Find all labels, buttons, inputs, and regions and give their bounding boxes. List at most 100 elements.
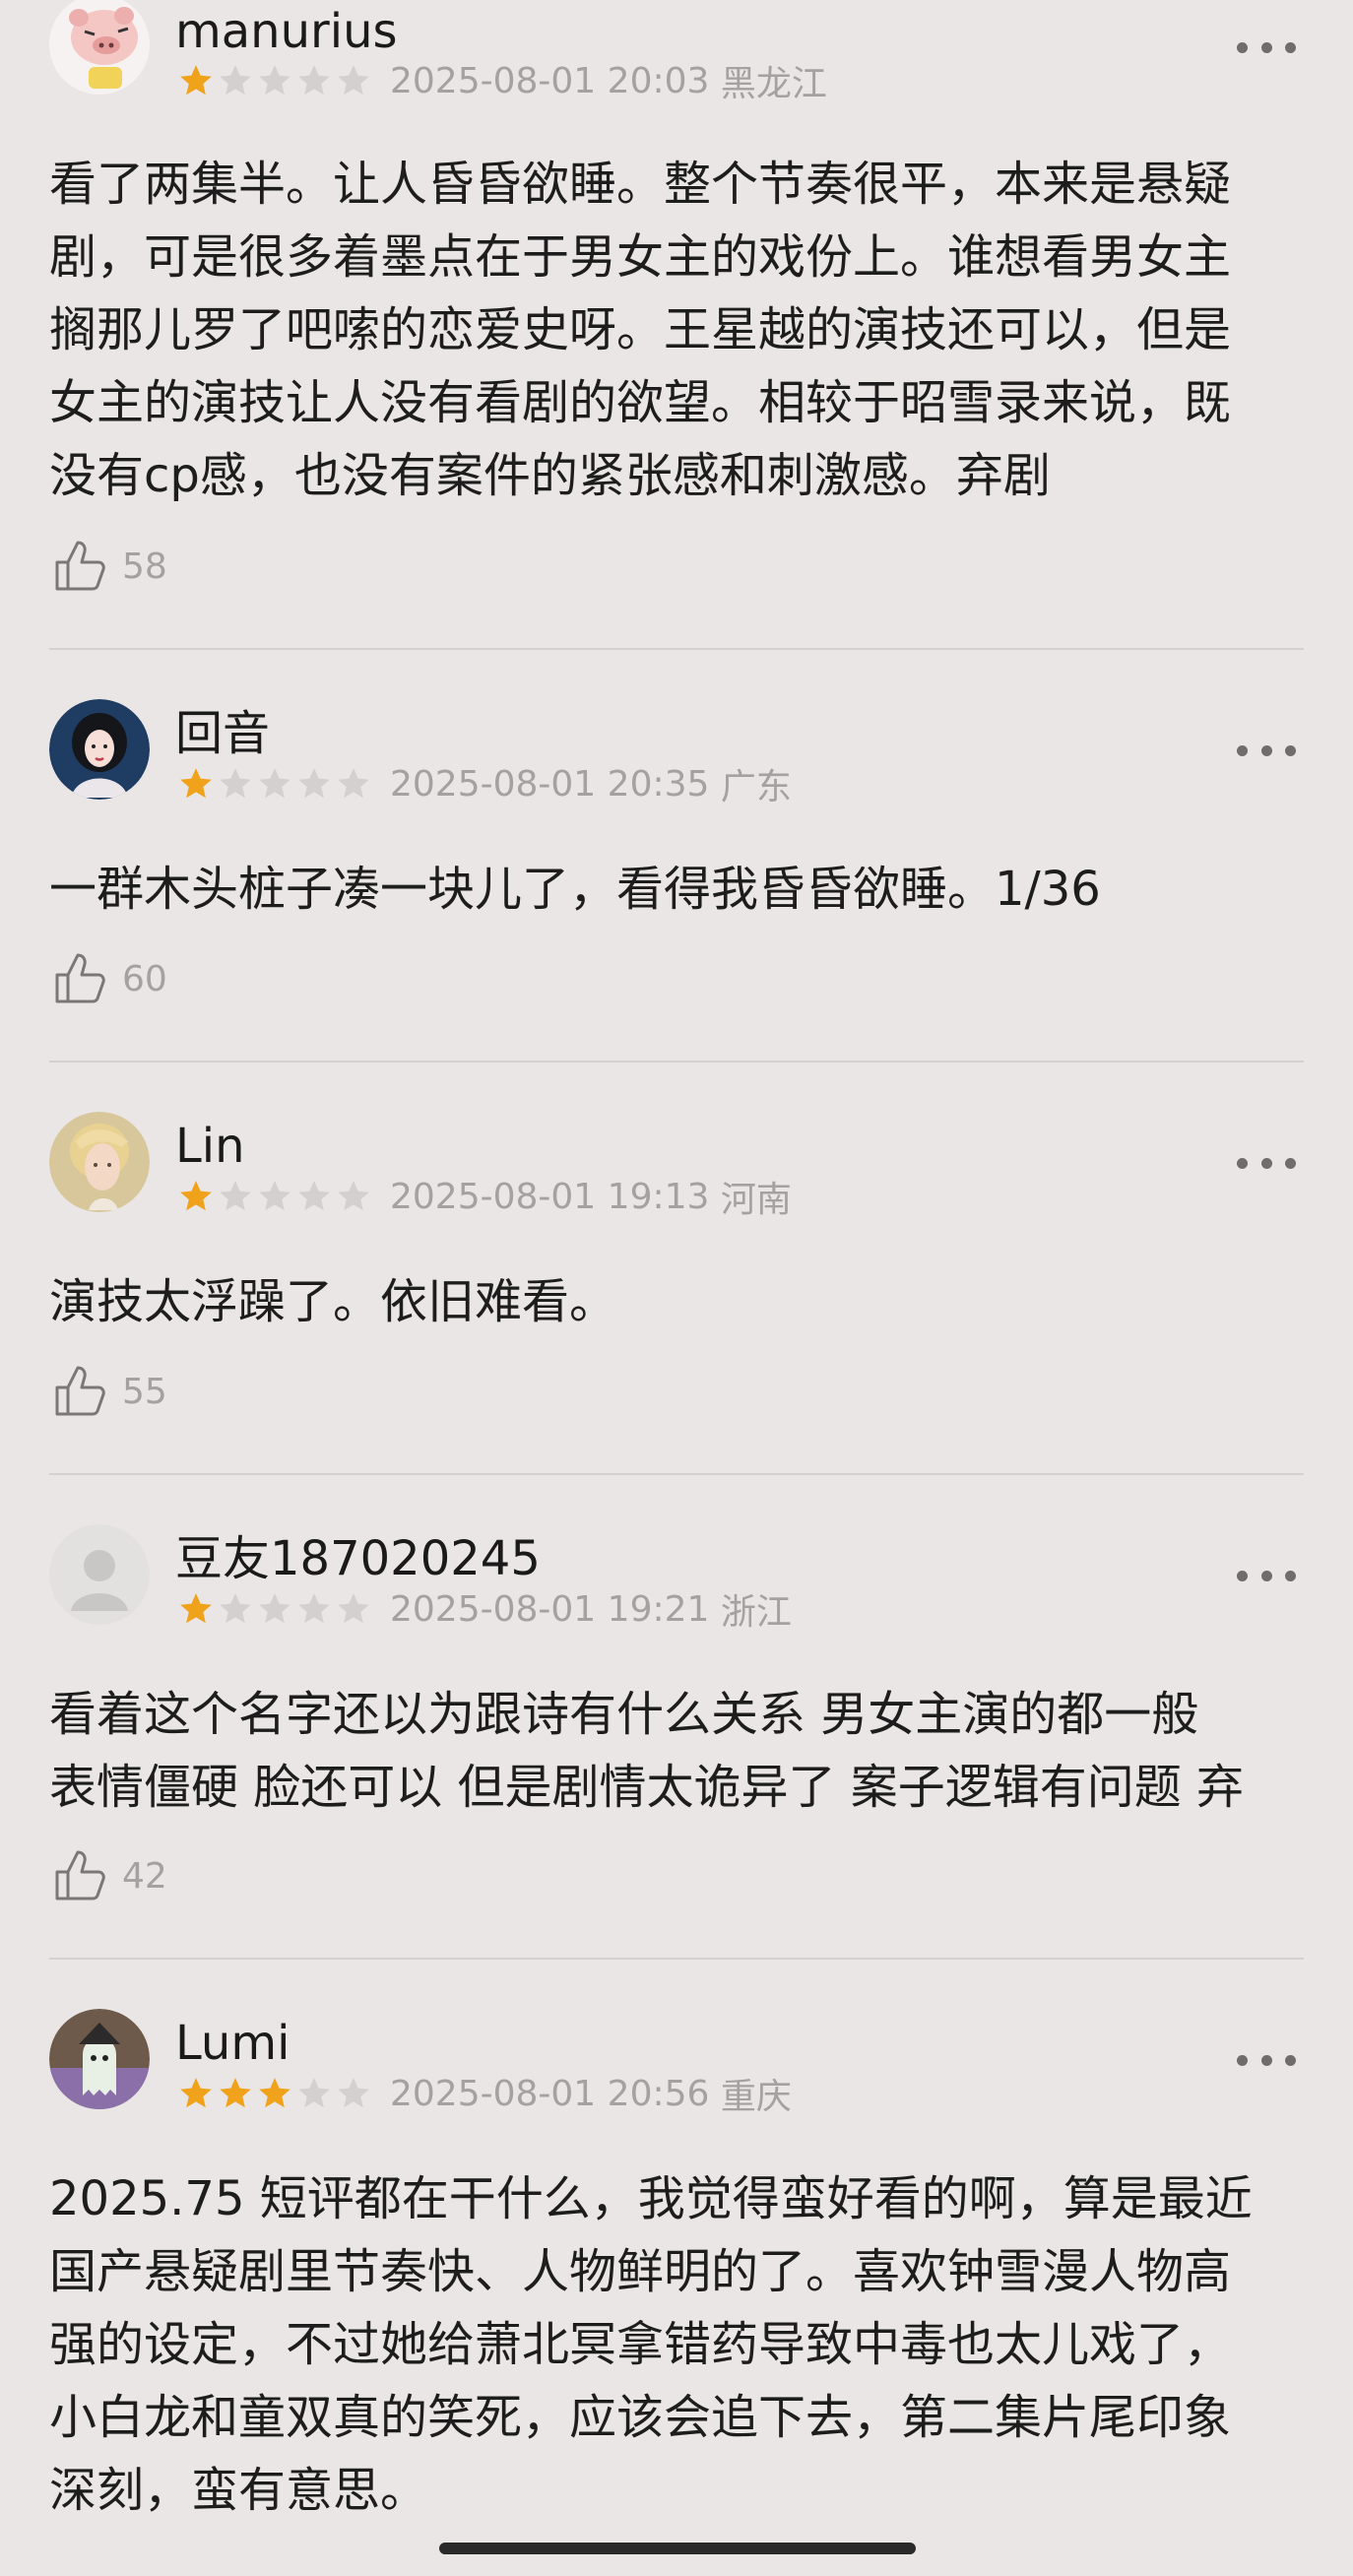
star-empty-icon bbox=[298, 2078, 330, 2108]
blond-person-avatar-icon bbox=[49, 1112, 150, 1212]
star-filled-icon bbox=[220, 2078, 251, 2108]
thumbs-up-icon bbox=[55, 1366, 105, 1416]
like-button[interactable]: 42 bbox=[51, 1846, 167, 1905]
review-text-line: 国产悬疑剧里节奏快、人物鲜明的了。喜欢钟雪漫人物高 bbox=[49, 2244, 1232, 2299]
review-location: 浙江 bbox=[720, 1592, 792, 1633]
review-datetime: 2025-08-01 20:03 bbox=[390, 60, 710, 101]
like-count: 55 bbox=[122, 1371, 167, 1412]
star-empty-icon bbox=[259, 1593, 290, 1624]
review-datetime: 2025-08-01 20:35 bbox=[390, 763, 710, 805]
more-options-icon[interactable] bbox=[1237, 1151, 1296, 1175]
avatar-huiyin[interactable] bbox=[49, 699, 150, 800]
star-empty-icon bbox=[259, 1181, 290, 1211]
review-text-line: 2025.75 短评都在干什么，我觉得蛮好看的啊，算是最近 bbox=[49, 2171, 1253, 2226]
review-location: 重庆 bbox=[720, 2077, 792, 2117]
divider bbox=[49, 1473, 1304, 1475]
review-text-line: 深刻，蛮有意思。 bbox=[49, 2463, 428, 2518]
review-text-line: 表情僵硬 脸还可以 但是剧情太诡异了 案子逻辑有问题 弃 bbox=[49, 1760, 1245, 1815]
review-text-line: 女主的演技让人没有看剧的欲望。相较于昭雪录来说，既 bbox=[49, 375, 1232, 430]
divider bbox=[49, 648, 1304, 650]
review-text-line: 强的设定，不过她给萧北冥拿错药导致中毒也太儿戏了， bbox=[49, 2317, 1232, 2372]
star-filled-icon bbox=[180, 1181, 212, 1211]
avatar-lin[interactable] bbox=[49, 1112, 150, 1212]
ghost-character-avatar-icon bbox=[49, 2009, 150, 2109]
review-location: 广东 bbox=[720, 767, 792, 807]
review-text-line: 看了两集半。让人昏昏欲睡。整个节奏很平，本来是悬疑 bbox=[49, 157, 1232, 212]
review-text-line: 看着这个名字还以为跟诗有什么关系 男女主演的都一般 bbox=[49, 1687, 1199, 1742]
like-count: 58 bbox=[122, 546, 167, 587]
star-empty-icon bbox=[338, 65, 369, 96]
review-text[interactable]: 一群木头桩子凑一块儿了，看得我昏昏欲睡。1/36 bbox=[49, 853, 1320, 926]
star-empty-icon bbox=[220, 1593, 251, 1624]
cartoon-pig-avatar-icon bbox=[49, 0, 150, 95]
like-count: 60 bbox=[122, 958, 167, 999]
more-options-icon[interactable] bbox=[1237, 1564, 1296, 1587]
review-location: 黑龙江 bbox=[720, 64, 827, 104]
review-datetime: 2025-08-01 19:21 bbox=[390, 1588, 710, 1630]
rating-stars bbox=[177, 765, 372, 803]
star-empty-icon bbox=[298, 1593, 330, 1624]
star-filled-icon bbox=[180, 65, 212, 96]
thumbs-up-icon bbox=[55, 1850, 105, 1900]
review-text-line: 搁那儿罗了吧嗦的恋爱史呀。王星越的演技还可以，但是 bbox=[49, 302, 1232, 357]
divider bbox=[49, 1061, 1304, 1063]
username[interactable]: Lumi bbox=[175, 2016, 290, 2071]
review-meta: 2025-08-01 19:13 河南 bbox=[177, 1176, 792, 1220]
review-meta: 2025-08-01 20:35 广东 bbox=[177, 763, 792, 807]
home-indicator[interactable] bbox=[439, 2543, 916, 2554]
review-text-line: 一群木头桩子凑一块儿了，看得我昏昏欲睡。1/36 bbox=[49, 862, 1101, 917]
star-empty-icon bbox=[259, 65, 290, 96]
illustrated-woman-avatar-icon bbox=[49, 699, 150, 800]
star-empty-icon bbox=[220, 1181, 251, 1211]
like-count: 42 bbox=[122, 1855, 167, 1897]
review-meta: 2025-08-01 20:56 重庆 bbox=[177, 2073, 792, 2117]
avatar-douyou[interactable] bbox=[49, 1524, 150, 1625]
review-text[interactable]: 看着这个名字还以为跟诗有什么关系 男女主演的都一般 表情僵硬 脸还可以 但是剧情… bbox=[49, 1678, 1320, 1824]
rating-stars bbox=[177, 1178, 372, 1215]
review-text[interactable]: 看了两集半。让人昏昏欲睡。整个节奏很平，本来是悬疑 剧，可是很多着墨点在于男女主… bbox=[49, 148, 1320, 512]
default-person-avatar-icon bbox=[49, 1524, 150, 1625]
like-button[interactable]: 55 bbox=[51, 1362, 167, 1421]
rating-stars bbox=[177, 62, 372, 99]
star-empty-icon bbox=[220, 65, 251, 96]
more-options-icon[interactable] bbox=[1237, 35, 1296, 59]
star-empty-icon bbox=[338, 1181, 369, 1211]
review-datetime: 2025-08-01 19:13 bbox=[390, 1176, 710, 1217]
divider bbox=[49, 1958, 1304, 1960]
review-meta: 2025-08-01 20:03 黑龙江 bbox=[177, 60, 827, 104]
star-empty-icon bbox=[220, 768, 251, 799]
star-empty-icon bbox=[298, 768, 330, 799]
avatar-lumi[interactable] bbox=[49, 2009, 150, 2109]
more-options-icon[interactable] bbox=[1237, 739, 1296, 762]
avatar-manurius[interactable] bbox=[49, 0, 150, 95]
review-datetime: 2025-08-01 20:56 bbox=[390, 2073, 710, 2114]
review-text-line: 小白龙和童双真的笑死，应该会追下去，第二集片尾印象 bbox=[49, 2390, 1232, 2445]
like-button[interactable]: 58 bbox=[51, 537, 167, 596]
rating-stars bbox=[177, 1590, 372, 1628]
star-filled-icon bbox=[180, 1593, 212, 1624]
review-text[interactable]: 演技太浮躁了。依旧难看。 bbox=[49, 1265, 1320, 1338]
star-empty-icon bbox=[338, 768, 369, 799]
like-button[interactable]: 60 bbox=[51, 949, 167, 1008]
star-filled-icon bbox=[259, 2078, 290, 2108]
star-empty-icon bbox=[259, 768, 290, 799]
review-text-line: 没有cp感，也没有案件的紧张感和刺激感。弃剧 bbox=[49, 448, 1051, 503]
star-filled-icon bbox=[180, 768, 212, 799]
star-empty-icon bbox=[298, 1181, 330, 1211]
review-text-line: 演技太浮躁了。依旧难看。 bbox=[49, 1274, 617, 1329]
review-text[interactable]: 2025.75 短评都在干什么，我觉得蛮好看的啊，算是最近 国产悬疑剧里节奏快、… bbox=[49, 2162, 1320, 2527]
review-text-line: 剧，可是很多着墨点在于男女主的戏份上。谁想看男女主 bbox=[49, 229, 1232, 285]
star-empty-icon bbox=[338, 2078, 369, 2108]
star-empty-icon bbox=[298, 65, 330, 96]
rating-stars bbox=[177, 2075, 372, 2112]
username[interactable]: 回音 bbox=[175, 706, 270, 761]
star-filled-icon bbox=[180, 2078, 212, 2108]
review-location: 河南 bbox=[720, 1180, 792, 1220]
username[interactable]: Lin bbox=[175, 1119, 245, 1174]
username[interactable]: 豆友187020245 bbox=[175, 1531, 541, 1586]
more-options-icon[interactable] bbox=[1237, 2048, 1296, 2072]
review-meta: 2025-08-01 19:21 浙江 bbox=[177, 1588, 792, 1633]
star-empty-icon bbox=[338, 1593, 369, 1624]
thumbs-up-icon bbox=[55, 953, 105, 1003]
username[interactable]: manurius bbox=[175, 4, 398, 59]
